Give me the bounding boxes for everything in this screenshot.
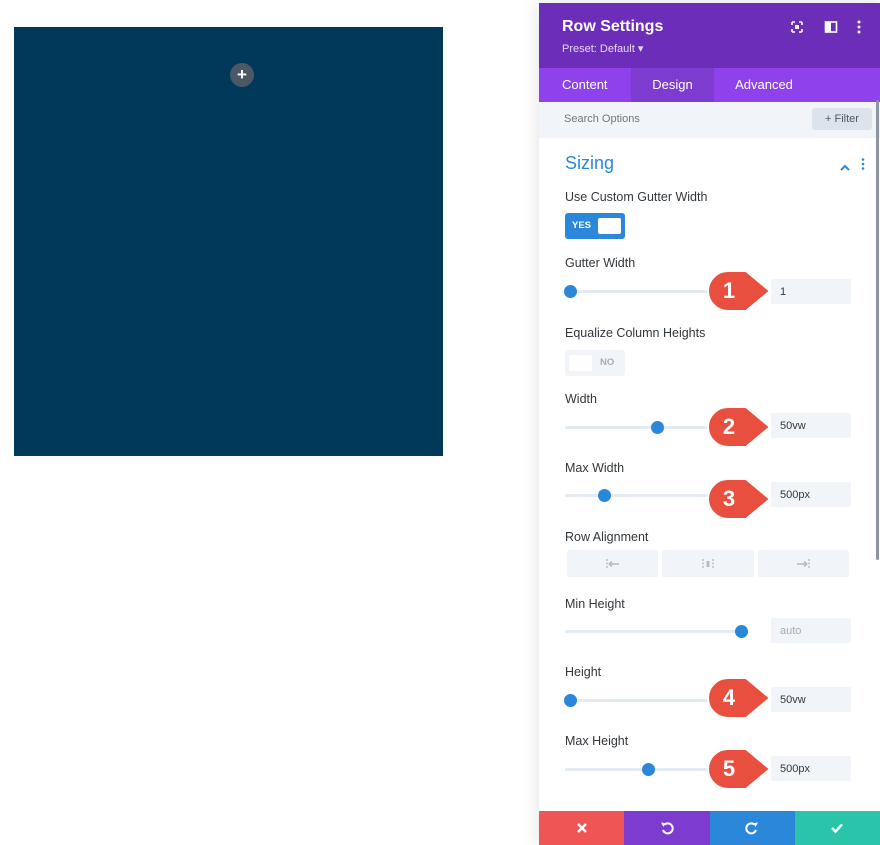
equalize-heights-label: Equalize Column Heights — [565, 326, 706, 340]
settings-tabs: Content Design Advanced — [539, 68, 880, 102]
redo-icon — [745, 822, 759, 835]
search-bar: + Filter — [539, 102, 880, 138]
min-height-input[interactable] — [771, 618, 851, 643]
row-alignment-buttons — [567, 550, 849, 577]
redo-button[interactable] — [709, 811, 795, 845]
max-width-label: Max Width — [565, 461, 625, 475]
align-center-icon — [702, 558, 714, 569]
toggle-knob — [569, 355, 592, 371]
save-button[interactable] — [794, 811, 880, 845]
equalize-heights-toggle[interactable]: NO — [565, 350, 625, 376]
tab-content[interactable]: Content — [539, 68, 631, 102]
height-input[interactable] — [771, 687, 851, 712]
filter-button[interactable]: + Filter — [812, 108, 872, 130]
chevron-up-icon[interactable] — [839, 160, 851, 171]
gutter-width-label: Gutter Width — [565, 256, 636, 270]
cancel-button[interactable] — [539, 811, 625, 845]
undo-icon — [660, 822, 674, 835]
max-height-label: Max Height — [565, 734, 629, 748]
align-left-button[interactable] — [567, 550, 659, 577]
callout-marker: 4 — [706, 676, 772, 720]
callout-number: 2 — [722, 414, 736, 439]
cancel-icon — [576, 823, 587, 833]
callout-marker: 2 — [706, 405, 772, 449]
max-width-input[interactable] — [771, 482, 851, 507]
slider-thumb[interactable] — [564, 285, 578, 298]
toggle-knob — [598, 218, 621, 234]
slider-thumb[interactable] — [564, 694, 578, 707]
more-vertical-icon[interactable] — [851, 19, 867, 35]
callout-marker: 5 — [706, 747, 772, 791]
align-right-icon — [797, 558, 811, 569]
slider-track — [565, 630, 741, 633]
split-view-icon[interactable] — [823, 19, 839, 35]
callout-number: 5 — [722, 756, 736, 781]
plus-icon: + — [237, 65, 247, 84]
undo-button[interactable] — [624, 811, 710, 845]
callout-number: 1 — [722, 278, 736, 303]
slider-thumb[interactable] — [641, 763, 655, 776]
width-input[interactable] — [771, 413, 851, 438]
slider-thumb[interactable] — [597, 489, 611, 502]
slider-thumb[interactable] — [735, 625, 748, 638]
panel-footer — [539, 811, 880, 845]
custom-gutter-toggle[interactable]: YES — [565, 213, 625, 239]
save-check-icon — [831, 823, 844, 834]
row-canvas-block[interactable]: + — [14, 27, 443, 456]
slider-thumb[interactable] — [650, 421, 664, 434]
search-input[interactable] — [564, 113, 764, 125]
callout-marker: 1 — [706, 269, 772, 313]
height-label: Height — [565, 665, 602, 679]
toggle-state-text: NO — [600, 357, 615, 368]
panel-header: Row Settings Preset: Default ▾ — [539, 3, 880, 68]
min-height-slider[interactable] — [565, 624, 748, 638]
custom-gutter-label: Use Custom Gutter Width — [565, 190, 708, 204]
callout-marker: 3 — [706, 477, 772, 521]
max-height-input[interactable] — [771, 756, 851, 781]
section-more-icon[interactable] — [860, 157, 866, 171]
row-alignment-label: Row Alignment — [565, 530, 649, 544]
preset-selector[interactable]: Preset: Default ▾ — [562, 42, 643, 55]
tab-advanced[interactable]: Advanced — [714, 68, 814, 102]
callout-number: 4 — [722, 685, 736, 710]
panel-scrollbar[interactable] — [876, 100, 879, 560]
callout-number: 3 — [722, 486, 736, 511]
align-center-button[interactable] — [662, 550, 754, 577]
tab-design[interactable]: Design — [631, 68, 714, 102]
min-height-label: Min Height — [565, 597, 625, 611]
align-left-icon — [605, 558, 619, 569]
gutter-width-input[interactable] — [771, 279, 851, 304]
align-right-button[interactable] — [757, 550, 849, 577]
width-label: Width — [565, 392, 597, 406]
add-row-button[interactable]: + — [230, 63, 254, 87]
fullscreen-icon[interactable] — [789, 19, 805, 35]
toggle-state-text: YES — [572, 220, 592, 231]
panel-title: Row Settings — [562, 18, 664, 35]
section-title-sizing[interactable]: Sizing — [565, 153, 614, 174]
